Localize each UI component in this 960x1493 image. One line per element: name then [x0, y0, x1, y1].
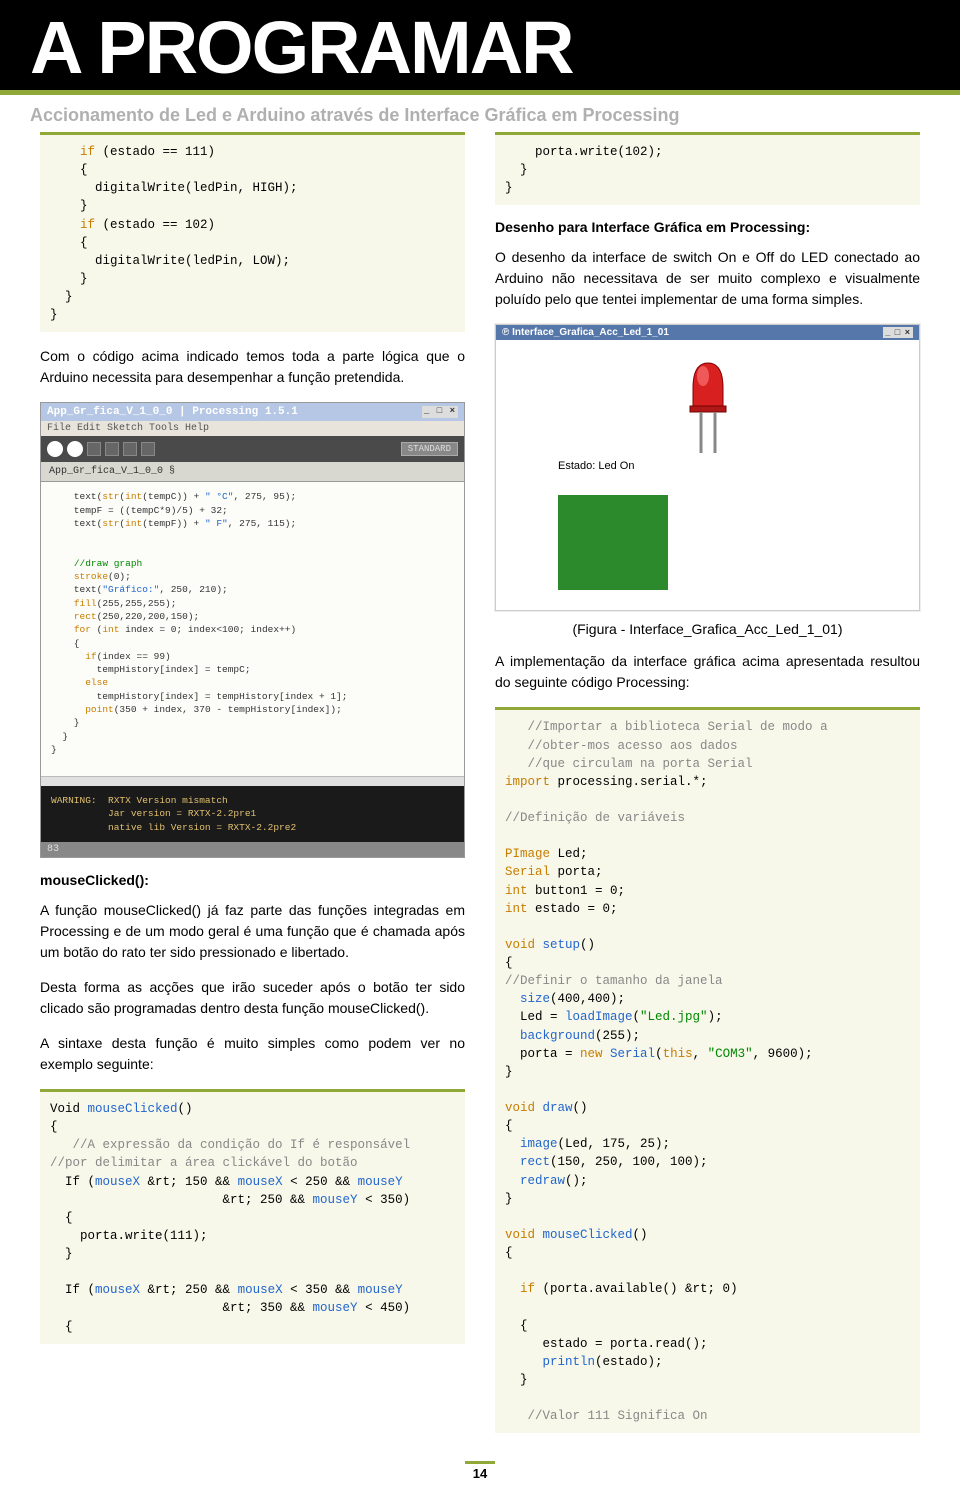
mode-badge: STANDARD — [401, 442, 458, 456]
content-columns: if (estado == 111) { digitalWrite(ledPin… — [0, 132, 960, 1457]
code-block-arduino: if (estado == 111) { digitalWrite(ledPin… — [40, 132, 465, 332]
app-canvas: Estado: Led On — [496, 340, 919, 610]
code-block-processing: //Importar a biblioteca Serial de modo a… — [495, 707, 920, 1433]
status-label: Estado: Led On — [558, 460, 634, 472]
stop-icon — [67, 441, 83, 457]
article-subtitle: Accionamento de Led e Arduino através de… — [0, 95, 960, 132]
paragraph: O desenho da interface de switch On e Of… — [495, 247, 920, 310]
editor-code: text(str(int(tempC)) + " °C", 275, 95); … — [41, 482, 464, 776]
green-button-rect — [558, 495, 668, 590]
paragraph: A implementação da interface gráfica aci… — [495, 651, 920, 693]
window-title: App_Gr_fica_V_1_0_0 | Processing 1.5.1 — [47, 406, 298, 418]
open-icon — [105, 442, 119, 456]
right-column: porta.write(102); } } Desenho para Inter… — [495, 132, 920, 1447]
page-header: A PROGRAMAR — [0, 0, 960, 95]
code-block-mouseclicked: Void mouseClicked() { //A expressão da c… — [40, 1089, 465, 1344]
window-titlebar: ℗ Interface_Grafica_Acc_Led_1_01 _ □ × — [496, 325, 919, 340]
scrollbar — [41, 776, 464, 786]
paragraph: A função mouseClicked() já faz parte das… — [40, 900, 465, 963]
save-icon — [123, 442, 137, 456]
section-heading: Desenho para Interface Gráfica em Proces… — [495, 219, 920, 235]
editor-tab: App_Gr_fica_V_1_0_0 § — [41, 462, 464, 482]
page-footer: 14 — [0, 1457, 960, 1493]
run-icon — [47, 441, 63, 457]
page-number: 14 — [465, 1461, 495, 1483]
new-icon — [87, 442, 101, 456]
led-interface-screenshot: ℗ Interface_Grafica_Acc_Led_1_01 _ □ × E… — [495, 324, 920, 611]
menu-bar: File Edit Sketch Tools Help — [41, 421, 464, 436]
window-titlebar: App_Gr_fica_V_1_0_0 | Processing 1.5.1 _… — [41, 403, 464, 421]
status-bar: 83 — [41, 842, 464, 857]
processing-ide-screenshot: App_Gr_fica_V_1_0_0 | Processing 1.5.1 _… — [40, 402, 465, 858]
paragraph: Com o código acima indicado temos toda a… — [40, 346, 465, 388]
paragraph: A sintaxe desta função é muito simples c… — [40, 1033, 465, 1075]
paragraph: Desta forma as acções que irão suceder a… — [40, 977, 465, 1019]
figure-caption: (Figura - Interface_Grafica_Acc_Led_1_01… — [495, 621, 920, 637]
window-controls-icon: _ □ × — [422, 406, 458, 418]
console-output: WARNING: RXTX Version mismatch Jar versi… — [41, 786, 464, 842]
left-column: if (estado == 111) { digitalWrite(ledPin… — [40, 132, 465, 1447]
led-icon — [678, 358, 738, 463]
page-title: A PROGRAMAR — [30, 5, 930, 90]
window-controls-icon: _ □ × — [883, 327, 913, 338]
export-icon — [141, 442, 155, 456]
window-title: Interface_Grafica_Acc_Led_1_01 — [512, 327, 669, 338]
section-heading: mouseClicked(): — [40, 872, 465, 888]
code-block-continuation: porta.write(102); } } — [495, 132, 920, 205]
toolbar: STANDARD — [41, 436, 464, 462]
